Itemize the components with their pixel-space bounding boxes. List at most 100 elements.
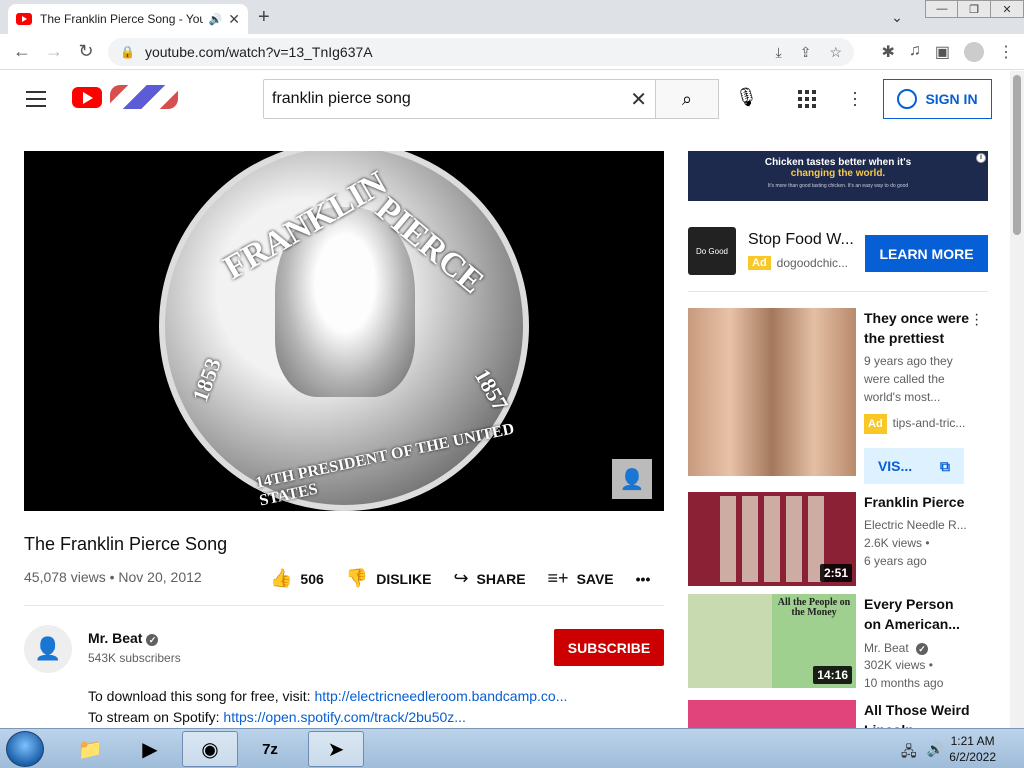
tab-search-icon[interactable]: ⌄ bbox=[880, 8, 914, 26]
clock[interactable]: 1:21 AM 6/2/2022 bbox=[949, 733, 996, 765]
install-app-icon[interactable]: ⤓ bbox=[776, 44, 782, 61]
verified-icon: ✓ bbox=[146, 634, 159, 646]
thumbs-down-icon: 👎 bbox=[345, 568, 369, 588]
youtube-logo[interactable] bbox=[72, 87, 102, 108]
sevenzip-icon[interactable]: 7z bbox=[242, 731, 298, 767]
playlist-add-icon: ≡+ bbox=[547, 568, 569, 588]
sign-in-button[interactable]: SIGN IN bbox=[883, 79, 992, 119]
start-button[interactable] bbox=[6, 731, 44, 767]
channel-name-label: Mr. Beat bbox=[88, 630, 143, 646]
sign-in-label: SIGN IN bbox=[925, 91, 978, 107]
coin-image: FRANKLIN PIERCE 1853 1857 14TH PRESIDENT… bbox=[159, 151, 529, 511]
list-item[interactable]: All the People on the Money 14:16 Every … bbox=[688, 594, 988, 690]
channel-name[interactable]: Mr. Beat ✓ bbox=[88, 630, 159, 646]
advertiser-logo[interactable]: Do Good bbox=[688, 227, 736, 275]
video-thumbnail[interactable]: All the People on the Money 14:16 bbox=[688, 594, 856, 688]
ad-info-icon[interactable]: i bbox=[976, 153, 986, 163]
youtube-doodle[interactable] bbox=[110, 85, 178, 109]
browser-tab[interactable]: The Franklin Pierce Song - YouTube 🔊 ✕ bbox=[8, 4, 248, 34]
list-item[interactable]: They once were the prettiest · · · 9 years… bbox=[688, 307, 988, 484]
coin-text: 14TH PRESIDENT OF THE UNITED STATES bbox=[254, 420, 516, 510]
lock-icon[interactable]: 🔒 bbox=[120, 45, 135, 59]
close-tab-icon[interactable]: ✕ bbox=[228, 11, 240, 28]
browser-toolbar: ← → ↻ 🔒 youtube.com/watch?v=13_TnIg637A … bbox=[0, 34, 1024, 70]
learn-more-button[interactable]: LEARN MORE bbox=[865, 235, 988, 272]
file-explorer-icon[interactable]: 📁 bbox=[62, 731, 118, 767]
subscribe-button[interactable]: SUBSCRIBE bbox=[554, 629, 664, 666]
spotify-link[interactable]: https://open.spotify.com/track/2bu50z... bbox=[223, 709, 466, 725]
share-arrow-icon: ↪ bbox=[453, 568, 469, 588]
forward-button[interactable]: → bbox=[38, 41, 70, 62]
network-icon[interactable]: 🖧 bbox=[901, 741, 917, 765]
search-box[interactable]: franklin pierce song ✕ bbox=[263, 79, 656, 119]
close-window-button[interactable]: ✕ bbox=[990, 0, 1024, 18]
visit-label: VIS... bbox=[877, 458, 913, 474]
minimize-button[interactable]: — bbox=[925, 0, 959, 18]
tab-strip: The Franklin Pierce Song - YouTube 🔊 ✕ +… bbox=[0, 0, 1024, 34]
rec-views: 302K views • bbox=[864, 658, 933, 672]
media-player-icon[interactable]: ▶ bbox=[122, 731, 178, 767]
thumbs-up-icon: 👍 bbox=[270, 568, 293, 588]
profile-avatar[interactable] bbox=[964, 42, 984, 62]
media-control-icon[interactable]: ♫ bbox=[909, 42, 921, 62]
address-bar[interactable]: 🔒 youtube.com/watch?v=13_TnIg637A ⤓ ⇪ ☆ bbox=[108, 38, 854, 66]
side-panel-icon[interactable]: ▣ bbox=[935, 42, 950, 62]
share-icon[interactable]: ⇪ bbox=[800, 44, 812, 61]
channel-watermark[interactable]: 👤 bbox=[612, 459, 652, 499]
page-scrollbar[interactable] bbox=[1010, 71, 1024, 728]
scrollbar-thumb[interactable] bbox=[1013, 75, 1021, 235]
video-thumbnail[interactable]: 2:51 bbox=[688, 492, 856, 586]
volume-icon[interactable]: 🔊 bbox=[927, 741, 944, 765]
settings-kebab-icon[interactable]: · · · bbox=[852, 83, 858, 113]
more-options-icon[interactable]: · · · bbox=[974, 307, 979, 333]
cursor-app-icon[interactable]: ➤ bbox=[308, 731, 364, 767]
video-thumbnail[interactable] bbox=[688, 308, 856, 476]
apps-grid-icon[interactable] bbox=[798, 90, 816, 108]
voice-search-icon[interactable]: 🎙 bbox=[735, 87, 758, 108]
account-icon bbox=[897, 89, 918, 109]
rec-channel[interactable]: Electric Needle R... bbox=[864, 516, 974, 534]
list-item[interactable]: All Those Weird Lincoln... bbox=[688, 700, 988, 728]
video-thumbnail[interactable] bbox=[688, 700, 856, 728]
url-text: youtube.com/watch?v=13_TnIg637A bbox=[144, 44, 373, 60]
save-button[interactable]: ≡+ SAVE bbox=[548, 568, 614, 589]
channel-avatar[interactable]: 👤 bbox=[24, 625, 72, 673]
divider bbox=[24, 605, 664, 606]
rec-title[interactable]: Every Person on American... bbox=[864, 594, 974, 634]
extensions-icon[interactable]: ✱ bbox=[881, 42, 894, 62]
search-button[interactable]: ⌕ bbox=[655, 79, 719, 119]
list-item[interactable]: 2:51 Franklin Pierce Electric Needle R..… bbox=[688, 492, 988, 586]
window-controls: ⌄ — ❐ ✕ bbox=[891, 0, 1024, 25]
visit-site-button[interactable]: VIS... ⧉ bbox=[864, 448, 964, 484]
share-button[interactable]: ↪ SHARE bbox=[453, 568, 525, 589]
rec-title[interactable]: They once were the prettiest bbox=[864, 308, 974, 348]
thumbnail-caption: All the People on the Money bbox=[777, 597, 851, 618]
chrome-taskbar-icon[interactable]: ◉ bbox=[182, 731, 238, 767]
menu-icon[interactable] bbox=[26, 91, 46, 112]
ad-badge: Ad bbox=[748, 256, 771, 270]
taskbar: 📁 ▶ ◉ 7z ➤ 🖧 🔊 1:21 AM 6/2/2022 bbox=[0, 728, 1024, 768]
chrome-menu-icon[interactable]: ⋮ bbox=[998, 42, 1014, 62]
back-button[interactable]: ← bbox=[6, 41, 38, 62]
new-tab-button[interactable]: + bbox=[258, 6, 270, 29]
clear-search-icon[interactable]: ✕ bbox=[630, 87, 647, 112]
divider bbox=[688, 291, 988, 292]
more-actions-icon[interactable]: ••• bbox=[636, 571, 651, 587]
rec-title[interactable]: Franklin Pierce bbox=[864, 492, 974, 512]
ad-source-text: dogoodchic... bbox=[776, 256, 849, 270]
audio-playing-icon[interactable]: 🔊 bbox=[209, 13, 223, 26]
bandcamp-link[interactable]: http://electricneedleroom.bandcamp.co... bbox=[314, 688, 567, 704]
like-count: 506 bbox=[300, 570, 324, 587]
restore-button[interactable]: ❐ bbox=[957, 0, 991, 18]
search-input[interactable]: franklin pierce song bbox=[272, 90, 630, 108]
ad-banner[interactable]: Chicken tastes better when it's changing… bbox=[688, 151, 988, 201]
rec-title[interactable]: All Those Weird Lincoln... bbox=[864, 700, 974, 728]
reload-button[interactable]: ↻ bbox=[70, 41, 102, 62]
rec-channel[interactable]: Mr. Beat ✓ bbox=[864, 638, 974, 657]
video-player[interactable]: FRANKLIN PIERCE 1853 1857 14TH PRESIDENT… bbox=[24, 151, 664, 511]
ad-title[interactable]: Stop Food W... bbox=[748, 231, 854, 249]
like-button[interactable]: 👍 506 bbox=[270, 568, 324, 589]
bookmark-star-icon[interactable]: ☆ bbox=[829, 44, 842, 61]
dislike-button[interactable]: 👎 DISLIKE bbox=[346, 568, 432, 589]
rec-desc: world's most... bbox=[864, 390, 941, 404]
